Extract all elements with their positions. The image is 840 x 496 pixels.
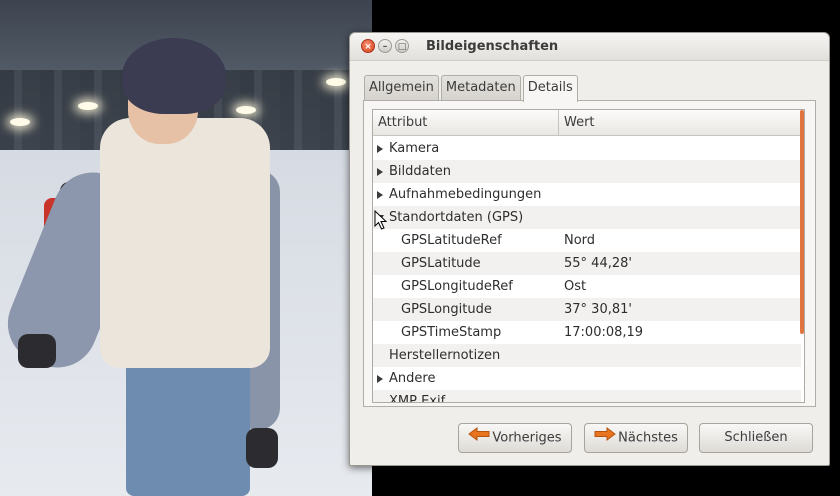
expander-collapsed-icon[interactable] <box>377 375 383 383</box>
column-header-attribute[interactable]: Attribut <box>373 110 559 136</box>
row-attribute: Bilddaten <box>389 164 451 179</box>
row-attribute: GPSLatitude <box>401 256 481 271</box>
tree-row[interactable]: GPSLongitudeRef Ost <box>373 275 801 298</box>
photo-person <box>100 118 270 368</box>
tab-details[interactable]: Details <box>522 75 578 102</box>
row-attribute: Kamera <box>389 141 440 156</box>
row-value <box>559 390 801 402</box>
row-attribute: Aufnahmebedingungen <box>389 187 542 202</box>
tab-metadaten[interactable]: Metadaten <box>440 75 521 101</box>
tree-header: Attribut Wert <box>373 110 804 136</box>
photo-person <box>246 428 278 468</box>
tree-row[interactable]: GPSLatitudeRef Nord <box>373 229 801 252</box>
expander-collapsed-icon[interactable] <box>377 145 383 153</box>
close-button[interactable]: Schließen <box>699 423 813 453</box>
row-value: 37° 30,81' <box>564 302 632 317</box>
tree-row[interactable]: Herstellernotizen <box>373 344 801 367</box>
tree-row[interactable]: Kamera <box>373 137 801 160</box>
vertical-scrollbar[interactable] <box>800 110 804 334</box>
tab-allgemein[interactable]: Allgemein <box>364 75 439 101</box>
arrow-left-icon <box>468 424 490 452</box>
row-value: 17:00:08,19 <box>564 325 644 340</box>
row-attribute: GPSTimeStamp <box>401 325 502 340</box>
titlebar[interactable]: × – □ Bildeigenschaften <box>350 33 829 61</box>
photo-person <box>122 38 226 114</box>
details-panel: Attribut Wert Kamera Bilddaten Aufnahmeb… <box>363 100 816 407</box>
background-photo <box>0 0 372 496</box>
row-attribute: GPSLongitude <box>401 302 492 317</box>
tree-row[interactable]: Standortdaten (GPS) <box>373 206 801 229</box>
row-value <box>559 183 801 206</box>
tree-row[interactable]: Aufnahmebedingungen <box>373 183 801 206</box>
row-attribute: XMP Exif <box>389 394 446 403</box>
tree-row[interactable]: GPSTimeStamp 17:00:08,19 <box>373 321 801 344</box>
row-value <box>559 137 801 160</box>
tree-rows: Kamera Bilddaten Aufnahmebedingungen Sta… <box>373 137 801 403</box>
image-properties-dialog: × – □ Bildeigenschaften Allgemein Metada… <box>349 32 830 466</box>
photo-light <box>326 78 346 86</box>
arrow-right-icon <box>594 424 616 452</box>
window-maximize-button[interactable]: □ <box>395 39 409 53</box>
tree-row[interactable]: XMP Exif <box>373 390 801 403</box>
row-value <box>559 367 801 390</box>
row-attribute: Herstellernotizen <box>389 348 501 363</box>
tree-row[interactable]: Andere <box>373 367 801 390</box>
photo-light <box>10 118 30 126</box>
row-value: 55° 44,28' <box>564 256 632 271</box>
tree-row[interactable]: GPSLongitude 37° 30,81' <box>373 298 801 321</box>
row-value: Nord <box>564 233 596 248</box>
tree-row[interactable]: Bilddaten <box>373 160 801 183</box>
row-attribute: GPSLatitudeRef <box>401 233 502 248</box>
previous-button-label: Vorheriges <box>492 430 562 446</box>
window-minimize-button[interactable]: – <box>378 39 392 53</box>
window-title: Bildeigenschaften <box>426 39 559 54</box>
expander-collapsed-icon[interactable] <box>377 168 383 176</box>
photo-person <box>126 360 250 496</box>
details-tree[interactable]: Attribut Wert Kamera Bilddaten Aufnahmeb… <box>372 109 805 403</box>
row-value <box>559 160 801 183</box>
row-value <box>559 206 801 229</box>
photo-light <box>236 106 256 114</box>
window-close-button[interactable]: × <box>361 39 375 53</box>
photo-person <box>18 334 56 368</box>
next-button-label: Nächstes <box>618 430 678 446</box>
row-attribute: Andere <box>389 371 436 386</box>
row-attribute: Standortdaten (GPS) <box>389 210 524 225</box>
next-button[interactable]: Nächstes <box>584 423 688 453</box>
tree-row[interactable]: GPSLatitude 55° 44,28' <box>373 252 801 275</box>
row-value <box>559 344 801 367</box>
photo-light <box>78 102 98 110</box>
tab-bar: Allgemein Metadaten Details <box>364 75 580 102</box>
expander-collapsed-icon[interactable] <box>377 191 383 199</box>
column-header-value[interactable]: Wert <box>559 110 804 136</box>
row-value: Ost <box>564 279 587 294</box>
previous-button[interactable]: Vorheriges <box>458 423 572 453</box>
row-attribute: GPSLongitudeRef <box>401 279 513 294</box>
